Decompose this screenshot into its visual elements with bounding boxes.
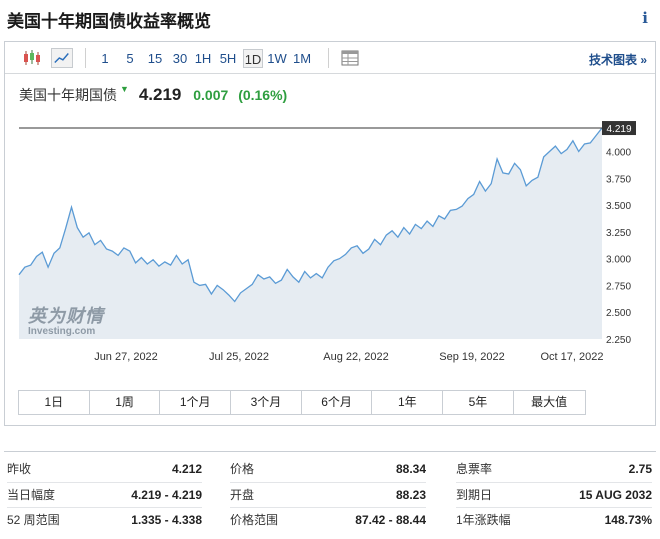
stat-label: 52 周范围	[7, 513, 60, 527]
stats-column: 息票率 2.75 到期日 15 AUG 2032 1年涨跌幅 148.73%	[456, 457, 652, 534]
y-tick-label: 2.500	[606, 308, 631, 319]
watermark-cn: 英为财情	[28, 306, 104, 326]
stats-panel: 昨收 4.212 当日幅度 4.219 - 4.219 52 周范围 1.335 - 4.…	[4, 451, 656, 535]
x-tick-label: Aug 22, 2022	[323, 351, 388, 363]
stat-row: 价格范围 87.42 - 88.44	[230, 508, 426, 534]
stat-value: 87.42 - 88.44	[355, 513, 426, 527]
y-tick-label: 3.500	[606, 201, 631, 212]
stat-value: 4.219 - 4.219	[131, 487, 202, 502]
y-tick-label: 3.000	[606, 255, 631, 266]
stat-label: 价格范围	[230, 513, 279, 527]
stat-value: 148.73%	[604, 513, 652, 527]
stat-row: 1年涨跌幅 148.73%	[456, 508, 652, 534]
stat-label: 昨收	[7, 462, 32, 476]
y-tick-label: 4.000	[606, 148, 631, 159]
stat-label: 1年涨跌幅	[456, 513, 511, 527]
stat-value: 88.34	[395, 462, 426, 476]
y-tick-label: 2.250	[606, 335, 631, 346]
stat-row: 昨收 4.212	[7, 457, 202, 483]
area-fill	[19, 128, 602, 339]
stat-row: 价格 88.34	[230, 457, 426, 483]
x-tick-label: Sep 19, 2022	[439, 351, 504, 363]
stat-row: 开盘 88.23	[230, 483, 426, 508]
range-button-7[interactable]: 最大值	[513, 391, 585, 414]
stat-label: 息票率	[456, 462, 493, 476]
current-value-label: 4.219	[606, 124, 631, 135]
range-button-3[interactable]: 3个月	[231, 391, 302, 414]
stat-label: 开盘	[230, 487, 255, 502]
y-tick-label: 2.750	[606, 281, 631, 292]
stat-label: 到期日	[456, 487, 493, 502]
stat-value: 15 AUG 2032	[579, 487, 652, 502]
x-tick-label: Jun 27, 2022	[94, 351, 158, 363]
chart-widget: 1 5 15 30 1H 5H 1D 1W 1M 技术图表 » 美国十年期国债 ▼ 4.219 0…	[4, 41, 656, 426]
info-icon[interactable]: i	[642, 9, 648, 27]
range-button-6[interactable]: 5年	[443, 391, 514, 414]
x-tick-label: Oct 17, 2022	[541, 351, 604, 363]
range-button-0[interactable]: 1日	[19, 391, 90, 414]
investing-watermark: 英为财情 Investing.com	[28, 302, 104, 337]
stats-column: 昨收 4.212 当日幅度 4.219 - 4.219 52 周范围 1.335 - 4.…	[7, 457, 202, 534]
stat-label: 价格	[230, 462, 255, 476]
stat-value: 2.75	[628, 462, 652, 476]
stat-label: 当日幅度	[7, 487, 56, 502]
time-range-bar: 1日 1周 1个月 3个月 6个月 1年 5年 最大值	[18, 390, 586, 415]
x-tick-label: Jul 25, 2022	[209, 351, 269, 363]
stat-row: 当日幅度 4.219 - 4.219	[7, 483, 202, 508]
page-title: 美国十年期国债收益率概览	[7, 12, 211, 31]
stat-value: 4.212	[171, 462, 202, 476]
stats-column: 价格 88.34 开盘 88.23 价格范围 87.42 - 88.44	[230, 457, 426, 534]
range-button-4[interactable]: 6个月	[301, 391, 373, 414]
stat-row: 到期日 15 AUG 2032	[456, 483, 652, 508]
y-tick-label: 3.750	[606, 174, 631, 185]
range-button-2[interactable]: 1个月	[160, 391, 232, 414]
range-button-1[interactable]: 1周	[89, 391, 161, 414]
stat-row: 52 周范围 1.335 - 4.338	[7, 508, 202, 534]
watermark-en: Investing.com	[28, 326, 96, 337]
y-tick-label: 3.250	[606, 228, 631, 239]
range-button-5[interactable]: 1年	[372, 391, 444, 414]
stat-value: 1.335 - 4.338	[131, 513, 202, 527]
stat-value: 88.23	[395, 487, 426, 502]
stat-row: 息票率 2.75	[456, 457, 652, 483]
